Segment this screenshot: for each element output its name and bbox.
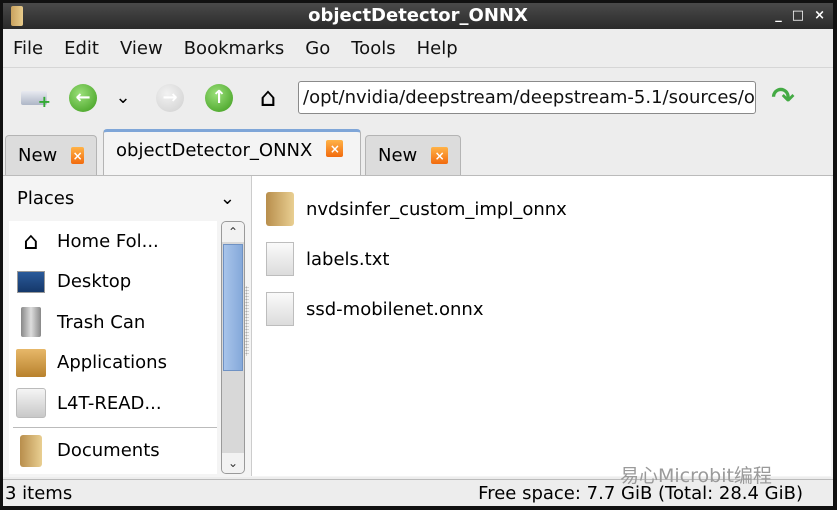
file-name: ssd-mobilenet.onnx bbox=[306, 298, 484, 320]
sidebar-item-label: Trash Can bbox=[57, 311, 146, 333]
trash-icon bbox=[15, 306, 47, 338]
menu-file[interactable]: File bbox=[13, 38, 43, 59]
file-list: nvdsinfer_custom_impl_onnx labels.txt ss… bbox=[251, 176, 831, 476]
tab-label: New bbox=[378, 145, 418, 166]
applications-icon bbox=[15, 347, 47, 379]
new-tab-button[interactable]: + bbox=[15, 79, 53, 117]
new-tab-icon: + bbox=[21, 90, 51, 111]
file-name: labels.txt bbox=[306, 248, 390, 270]
home-button[interactable]: ⌂ bbox=[249, 79, 287, 117]
places-sidebar: Places ⌄ ⌂ Home Fol... Desktop Trash Can A… bbox=[7, 176, 247, 476]
sidebar-item-applications[interactable]: Applications bbox=[9, 343, 217, 384]
menu-bar: File Edit View Bookmarks Go Tools Help bbox=[3, 29, 833, 67]
file-item[interactable]: ssd-mobilenet.onnx bbox=[252, 284, 831, 334]
close-tab-icon[interactable]: × bbox=[71, 147, 84, 164]
go-button[interactable]: ↷ bbox=[764, 79, 802, 117]
sidebar-scrollbar[interactable]: ⌃ ⌄ bbox=[221, 221, 245, 474]
pane-resize-handle[interactable] bbox=[245, 286, 249, 356]
sidebar-item-label: Documents bbox=[57, 440, 160, 462]
tab-new-2[interactable]: New × bbox=[365, 135, 461, 175]
places-title: Places bbox=[17, 187, 75, 209]
tab-objectdetector-onnx[interactable]: objectDetector_ONNX × bbox=[103, 129, 361, 175]
sidebar-item-documents[interactable]: Documents bbox=[9, 431, 217, 472]
menu-edit[interactable]: Edit bbox=[64, 38, 99, 59]
drive-icon bbox=[15, 387, 47, 419]
back-button[interactable]: ← bbox=[64, 79, 102, 117]
path-input[interactable]: /opt/nvidia/deepstream/deepstream-5.1/so… bbox=[298, 81, 756, 114]
chevron-down-icon: ⌄ bbox=[115, 87, 131, 108]
chevron-down-icon[interactable]: ⌄ bbox=[220, 188, 235, 209]
sidebar-item-trash[interactable]: Trash Can bbox=[9, 302, 217, 343]
scroll-up-icon[interactable]: ⌃ bbox=[222, 222, 244, 242]
file-name: nvdsinfer_custom_impl_onnx bbox=[306, 198, 567, 220]
sidebar-item-label: Home Fol... bbox=[57, 230, 159, 252]
back-arrow-icon: ← bbox=[69, 83, 97, 112]
up-button[interactable]: ↑ bbox=[200, 79, 238, 117]
up-arrow-icon: ↑ bbox=[205, 83, 233, 112]
menu-bookmarks[interactable]: Bookmarks bbox=[184, 38, 285, 59]
desktop-icon bbox=[15, 266, 47, 298]
file-manager-window: objectDetector_ONNX _ □ × File Edit View… bbox=[3, 3, 833, 506]
file-item[interactable]: nvdsinfer_custom_impl_onnx bbox=[252, 184, 831, 234]
menu-go[interactable]: Go bbox=[305, 38, 330, 59]
close-tab-icon[interactable]: × bbox=[326, 140, 344, 157]
folder-icon bbox=[266, 192, 294, 226]
maximize-button[interactable]: □ bbox=[792, 3, 804, 29]
sidebar-item-home[interactable]: ⌂ Home Fol... bbox=[9, 221, 217, 262]
menu-view[interactable]: View bbox=[120, 38, 163, 59]
go-arrow-icon: ↷ bbox=[771, 81, 795, 114]
menu-tools[interactable]: Tools bbox=[351, 38, 395, 59]
menu-help[interactable]: Help bbox=[417, 38, 458, 59]
home-icon: ⌂ bbox=[259, 82, 277, 113]
sidebar-item-l4t-readme[interactable]: L4T-READ... bbox=[9, 383, 217, 424]
app-folder-icon bbox=[11, 6, 23, 26]
title-bar: objectDetector_ONNX _ □ × bbox=[3, 3, 833, 29]
history-dropdown[interactable]: ⌄ bbox=[113, 79, 133, 117]
places-list: ⌂ Home Fol... Desktop Trash Can Applicati… bbox=[9, 221, 217, 474]
tab-label: New bbox=[18, 145, 58, 166]
close-button[interactable]: × bbox=[814, 3, 825, 29]
sidebar-item-desktop[interactable]: Desktop bbox=[9, 262, 217, 303]
window-title: objectDetector_ONNX bbox=[308, 5, 528, 26]
separator bbox=[13, 426, 217, 428]
close-tab-icon[interactable]: × bbox=[431, 147, 448, 164]
forward-button[interactable]: → bbox=[151, 79, 189, 117]
folder-icon bbox=[15, 434, 47, 467]
forward-arrow-icon: → bbox=[156, 83, 184, 112]
places-header[interactable]: Places ⌄ bbox=[7, 176, 247, 220]
sidebar-item-label: L4T-READ... bbox=[57, 392, 162, 414]
watermark: 易心Microbit编程 bbox=[620, 465, 772, 487]
scrollbar-thumb[interactable] bbox=[223, 244, 243, 371]
text-file-icon bbox=[266, 242, 294, 276]
sidebar-item-label: Applications bbox=[57, 352, 167, 374]
tab-label: objectDetector_ONNX bbox=[116, 140, 313, 161]
tab-new-1[interactable]: New × bbox=[5, 135, 97, 175]
toolbar: + ← ⌄ → ↑ ⌂ /opt/nvidia/deepstream/deeps… bbox=[3, 67, 833, 127]
scroll-down-icon[interactable]: ⌄ bbox=[222, 453, 244, 473]
file-item[interactable]: labels.txt bbox=[252, 234, 831, 284]
home-icon: ⌂ bbox=[23, 227, 39, 256]
item-count: 3 items bbox=[5, 482, 73, 504]
tab-bar: New × objectDetector_ONNX × New × bbox=[3, 127, 833, 175]
minimize-button[interactable]: _ bbox=[775, 3, 782, 29]
sidebar-item-label: Desktop bbox=[57, 271, 132, 293]
file-icon bbox=[266, 292, 294, 326]
